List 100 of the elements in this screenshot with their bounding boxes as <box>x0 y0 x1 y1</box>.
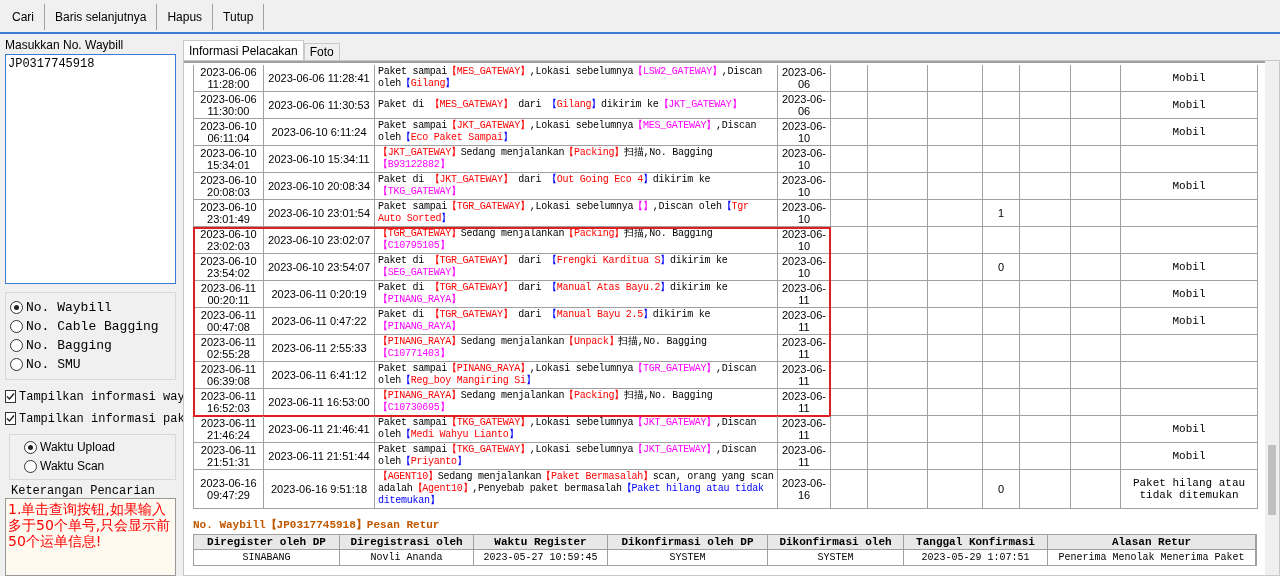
toolbar-button[interactable]: Baris selanjutnya <box>45 4 158 30</box>
radio-button[interactable] <box>24 440 37 454</box>
table-cell: 2023-06-11 21:46:41 <box>264 416 375 443</box>
table-cell: 2023-06-10 <box>778 146 831 173</box>
table-cell: 2023-06-10 <box>778 119 831 146</box>
table-cell <box>1020 146 1071 173</box>
table-cell: Mobil <box>1121 65 1258 92</box>
table-cell <box>831 362 868 389</box>
table-cell: 2023-06-11 <box>778 389 831 416</box>
table-cell <box>928 281 983 308</box>
table-cell <box>928 227 983 254</box>
table-cell <box>868 173 928 200</box>
table-cell: 2023-06-06 11:30:53 <box>264 92 375 119</box>
table-cell: Mobil <box>1121 416 1258 443</box>
table-cell: 2023-06-06 11:28:41 <box>264 65 375 92</box>
table-cell <box>983 227 1020 254</box>
table-cell: 2023-06-11 <box>778 281 831 308</box>
table-cell <box>1071 389 1121 416</box>
table-cell: Mobil <box>1121 173 1258 200</box>
table-cell <box>1020 119 1071 146</box>
table-cell: Mobil <box>1121 308 1258 335</box>
table-cell <box>831 281 868 308</box>
table-cell: 2023-06-11 06:39:08 <box>194 362 264 389</box>
column-header: Tanggal Konfirmasi <box>904 535 1048 550</box>
toolbar-button[interactable]: Tutup <box>213 4 265 30</box>
table-cell: Paket di 【TGR_GATEWAY】 dari 【Manual Bayu 2.5】dikirim ke 【PINANG_RAYA】 <box>375 308 778 335</box>
table-cell <box>1020 443 1071 470</box>
table-cell: Mobil <box>1121 119 1258 146</box>
column-header: Diregistrasi oleh <box>340 535 474 550</box>
table-cell <box>928 200 983 227</box>
table-cell: 2023-06-10 15:34:01 <box>194 146 264 173</box>
table-cell <box>1071 362 1121 389</box>
table-cell: 2023-06-10 06:11:04 <box>194 119 264 146</box>
radio-button[interactable] <box>10 300 23 314</box>
table-cell: Mobil <box>1121 254 1258 281</box>
table-cell <box>868 146 928 173</box>
table-cell <box>831 200 868 227</box>
table-cell: 2023-06-11 <box>778 362 831 389</box>
table-cell <box>868 362 928 389</box>
notes-field[interactable]: 1.单击查询按钮,如果输入多于50个单号,只会显示前50个运单信息! <box>5 497 176 576</box>
table-cell: 2023-06-11 0:47:22 <box>264 308 375 335</box>
table-cell: 2023-06-11 <box>778 443 831 470</box>
table-cell <box>1020 470 1071 509</box>
table-cell <box>1020 65 1071 92</box>
table-cell: 2023-06-10 23:54:02 <box>194 254 264 281</box>
tab[interactable]: Foto <box>303 43 340 60</box>
table-cell: 2023-06-11 21:51:31 <box>194 443 264 470</box>
radio-label: No. SMU <box>26 356 81 372</box>
table-cell <box>868 416 928 443</box>
table-cell: 【AGENT10】Sedang menjalankan【Paket Bermasalah】scan, orang yang scan adalah【Agent10】,Penyebab paket bermasalah【Paket hilang atau tidak ditemukan】 <box>375 470 778 509</box>
table-cell: Paket sampai【TGR_GATEWAY】,Lokasi sebelumnya【】,Discan oleh【Tgr Auto Sorted】 <box>375 200 778 227</box>
table-cell: 2023-06-06 11:28:00 <box>194 65 264 92</box>
table-cell <box>868 119 928 146</box>
table-cell: 2023-06-16 <box>778 470 831 509</box>
radio-button[interactable] <box>10 319 23 333</box>
table-cell <box>868 65 928 92</box>
table-cell: Paket sampai【JKT_GATEWAY】,Lokasi sebelumnya【MES_GATEWAY】,Discan oleh【Eco Paket Sampai】 <box>375 119 778 146</box>
table-cell: 2023-06-11 16:53:00 <box>264 389 375 416</box>
radio-button[interactable] <box>24 459 37 473</box>
table-cell <box>1020 92 1071 119</box>
table-cell: 2023-06-10 <box>778 200 831 227</box>
table-cell: 2023-06-11 21:46:24 <box>194 416 264 443</box>
table-cell <box>868 227 928 254</box>
scrollbar[interactable] <box>1265 61 1279 575</box>
table-cell <box>928 470 983 509</box>
table-cell <box>983 308 1020 335</box>
table-cell: 【JKT_GATEWAY】Sedang menjalankan【Packing】扫描,No. Bagging 【B93122882】 <box>375 146 778 173</box>
table-cell <box>868 389 928 416</box>
checkbox-label: Tampilkan informasi way <box>19 389 185 404</box>
table-cell: 2023-06-10 <box>778 227 831 254</box>
table-cell: 0 <box>983 254 1020 281</box>
table-cell: 2023-06-10 23:01:49 <box>194 200 264 227</box>
table-cell: Novli Ananda <box>340 550 474 565</box>
table-cell <box>928 443 983 470</box>
table-cell: 2023-06-16 09:47:29 <box>194 470 264 509</box>
checkbox[interactable] <box>5 412 16 426</box>
table-cell <box>868 308 928 335</box>
group-title: Keterangan Pencarian <box>10 483 157 498</box>
radio-button[interactable] <box>10 357 23 371</box>
checkbox[interactable] <box>5 390 16 404</box>
table-cell: 2023-06-06 <box>778 65 831 92</box>
table-cell: 2023-06-11 2:55:33 <box>264 335 375 362</box>
table-cell <box>928 416 983 443</box>
table-cell: 2023-06-16 9:51:18 <box>264 470 375 509</box>
table-cell <box>1071 200 1121 227</box>
column-header: Alasan Retur <box>1048 535 1256 550</box>
table-cell: 2023-06-10 23:02:03 <box>194 227 264 254</box>
waybill-input[interactable]: JP0317745918 <box>5 53 176 284</box>
radio-button[interactable] <box>10 338 23 352</box>
table-cell <box>1071 119 1121 146</box>
table-cell <box>1071 65 1121 92</box>
table-cell <box>928 308 983 335</box>
tab[interactable]: Informasi Pelacakan <box>183 40 304 60</box>
table-cell: 2023-06-06 <box>778 92 831 119</box>
table-cell <box>1071 416 1121 443</box>
toolbar-button[interactable]: Cari <box>2 4 45 30</box>
table-cell <box>868 335 928 362</box>
table-cell: 2023-06-10 23:02:07 <box>264 227 375 254</box>
toolbar-button[interactable]: Hapus <box>157 4 214 30</box>
column-header: Diregister oleh DP <box>194 535 340 550</box>
